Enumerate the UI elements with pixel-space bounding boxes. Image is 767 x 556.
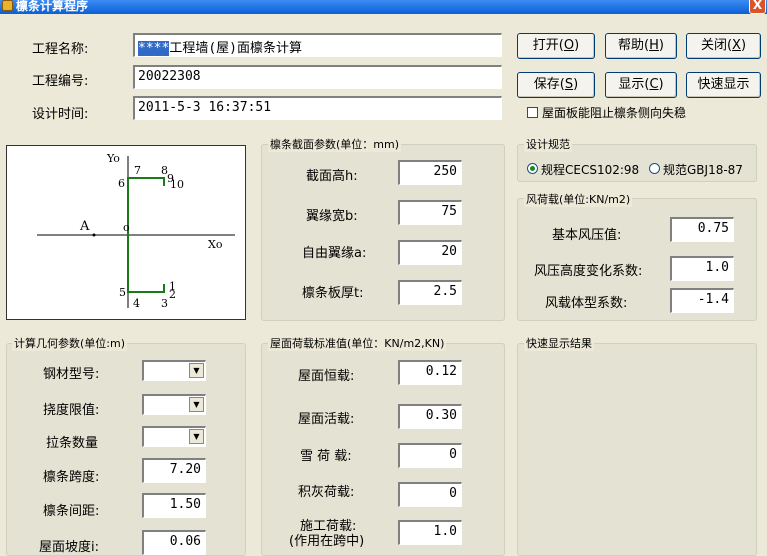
tie-count-select[interactable]: ▼ [142,426,206,447]
save-button[interactable]: 保存(S) [517,72,595,98]
node-10-label: 10 [170,178,184,191]
project-name-selection: **** [138,41,170,56]
project-name-input[interactable]: ****工程墙(屋)面檩条计算 [133,33,502,57]
code-gbj-label: 规范GBJ18-87 [663,163,743,177]
code-cecs-radio[interactable] [527,163,538,174]
chevron-down-icon[interactable]: ▼ [189,363,204,378]
tie-count-label: 拉条数量 [46,436,99,451]
dead-load-input[interactable]: 0.12 [398,360,462,385]
section-height-input[interactable]: 250 [398,160,462,185]
geometry-title: 计算几何参数(单位:m) [12,335,128,351]
node-6-label: 6 [118,177,125,190]
roof-panel-checkbox-label: 屋面板能阻止檩条侧向失稳 [542,106,687,120]
flange-width-label: 翼缘宽b: [306,209,358,224]
project-number-input[interactable]: 20022308 [133,65,502,89]
code-gbj-radio[interactable] [649,163,660,174]
ash-load-label: 积灰荷载: [298,485,355,500]
free-flange-input[interactable]: 20 [398,240,462,265]
live-load-label: 屋面活载: [298,412,355,427]
a-label: A [80,219,90,234]
quick-results-title: 快速显示结果 [524,335,594,351]
design-code-title: 设计规范 [524,136,572,152]
x0-label: Xo [208,238,223,251]
deflection-limit-select[interactable]: ▼ [142,394,206,415]
section-params-group [261,144,505,321]
geometry-group [6,343,246,556]
flange-width-input[interactable]: 75 [398,200,462,225]
point-a [92,233,96,237]
display-button[interactable]: 显示(C) [605,72,677,98]
height-coefficient-input[interactable]: 1.0 [670,256,734,281]
project-number-label: 工程编号: [32,74,89,89]
deflection-limit-label: 挠度限值: [43,403,100,418]
quick-display-button[interactable]: 快速显示 [686,72,761,98]
wind-load-title: 风荷载(单位:KN/m2) [524,191,633,207]
dead-load-label: 屋面恒载: [298,369,355,384]
open-button[interactable]: 打开(O) [517,33,595,59]
title-bar [0,0,767,14]
height-coefficient-label: 风压高度变化系数: [534,264,643,279]
purlin-spacing-input[interactable]: 1.50 [142,493,206,518]
roof-slope-label: 屋面坡度i: [39,540,99,555]
ash-load-input[interactable]: 0 [398,482,462,507]
project-name-label: 工程名称: [32,42,89,57]
roof-panel-checkbox[interactable] [527,107,538,118]
purlin-spacing-label: 檩条间距: [43,504,100,519]
thickness-label: 檩条板厚t: [302,286,364,301]
purlin-span-input[interactable]: 7.20 [142,458,206,483]
section-height-label: 截面高h: [306,169,358,184]
chevron-down-icon[interactable]: ▼ [189,429,204,444]
basic-wind-pressure-input[interactable]: 0.75 [670,217,734,242]
free-flange-label: 自由翼缘a: [302,246,367,261]
live-load-input[interactable]: 0.30 [398,404,462,429]
node-2-label: 2 [169,288,176,301]
construction-load-note: (作用在跨中) [289,534,365,549]
y0-label: Yo [107,152,120,165]
thickness-input[interactable]: 2.5 [398,280,462,305]
origin-label: o [123,221,130,234]
steel-type-select[interactable]: ▼ [142,360,206,381]
close-button[interactable]: 关闭(X) [686,33,761,59]
steel-type-label: 钢材型号: [43,367,100,382]
node-7-label: 7 [134,164,141,177]
design-time-input[interactable]: 2011-5-3 16:37:51 [133,96,502,120]
section-diagram: Yo Xo A o 7 8 9 10 6 5 4 3 1 2 [6,145,246,320]
chevron-down-icon[interactable]: ▼ [189,397,204,412]
shape-coefficient-label: 风载体型系数: [545,296,628,311]
snow-load-input[interactable]: 0 [398,443,462,468]
window-close-button[interactable]: X [749,0,766,14]
project-name-text: 工程墙(屋)面檩条计算 [169,41,302,56]
help-button[interactable]: 帮助(H) [605,33,677,59]
app-icon [2,0,13,11]
basic-wind-pressure-label: 基本风压值: [552,228,622,243]
node-4-label: 4 [133,297,140,310]
purlin-span-label: 檩条跨度: [43,470,100,485]
quick-results-group [517,343,757,556]
window-title: 檩条计算程序 [16,0,89,13]
roof-slope-input[interactable]: 0.06 [142,530,206,555]
construction-load-input[interactable]: 1.0 [398,520,462,545]
node-3-label: 3 [161,297,168,310]
node-5-label: 5 [119,286,126,299]
roof-loads-title: 屋面荷载标准值(单位：KN/m2,KN) [268,335,447,351]
section-params-title: 檩条截面参数(单位：mm) [268,136,402,152]
code-cecs-label: 规程CECS102:98 [541,163,640,177]
design-time-label: 设计时间: [32,107,89,122]
shape-coefficient-input[interactable]: -1.4 [670,288,734,313]
snow-load-label: 雪 荷 载: [300,449,352,464]
